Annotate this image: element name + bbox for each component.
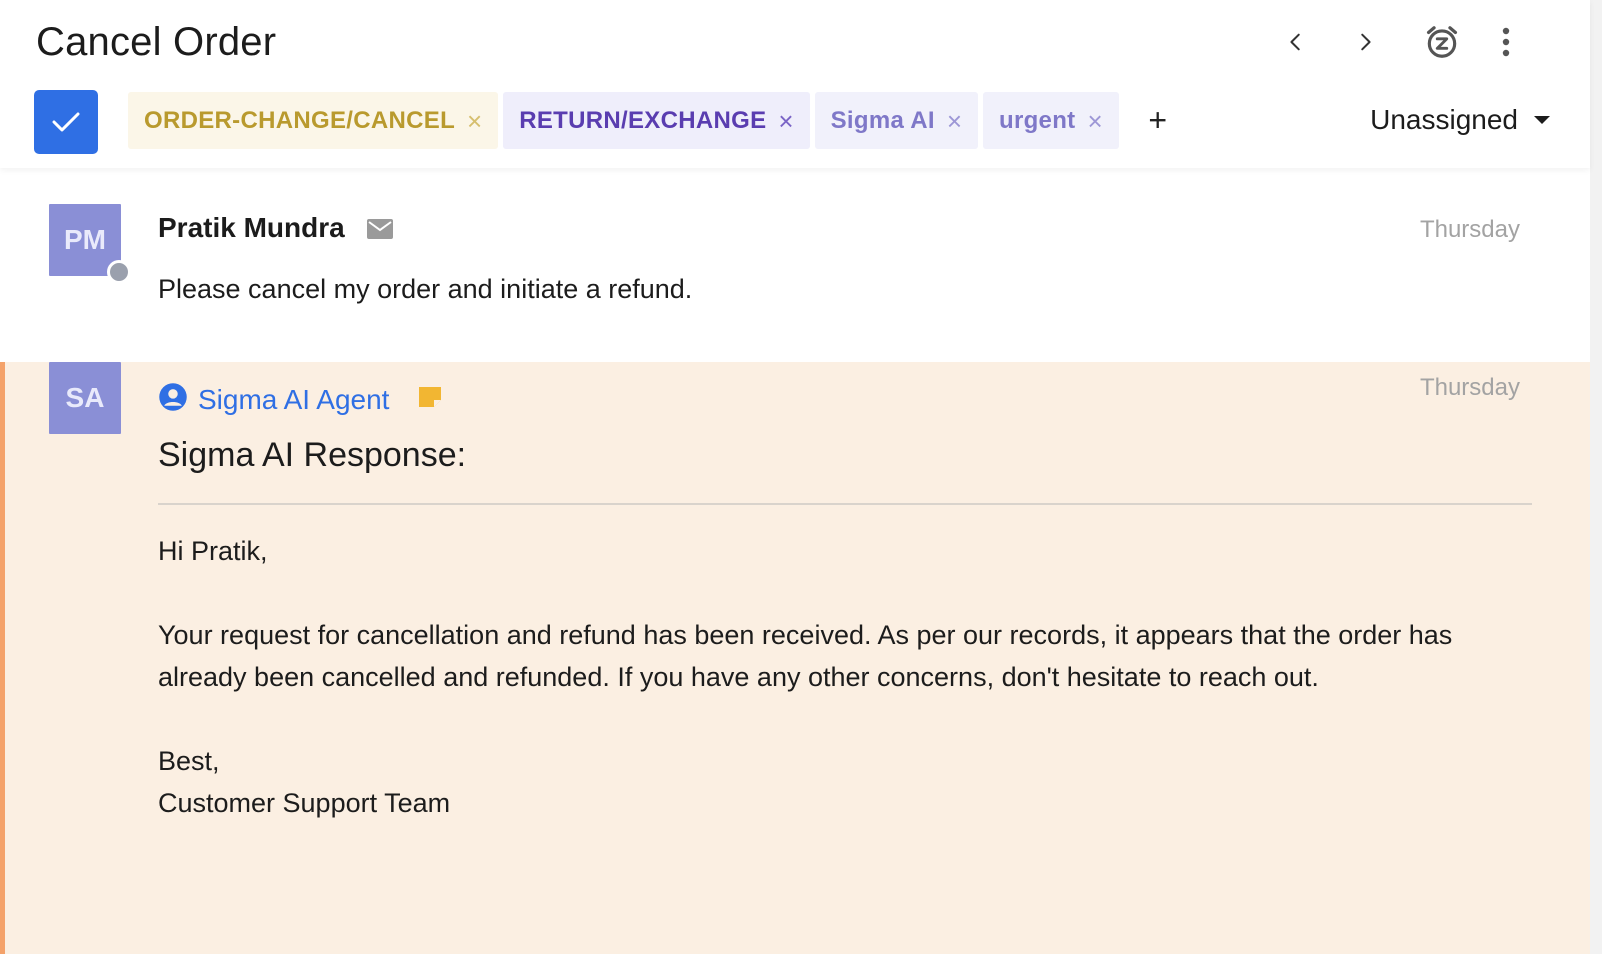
offline-status-dot [107, 260, 131, 284]
response-greeting: Hi Pratik, [158, 536, 268, 566]
ticket-view: Cancel Order ORDER-CHANGE/CANCEL × RETUR… [0, 0, 1590, 954]
divider [158, 503, 1532, 505]
caret-down-icon [1534, 116, 1550, 124]
user-circle-icon [158, 382, 188, 417]
mail-icon [367, 219, 393, 244]
more-vertical-icon[interactable] [1486, 22, 1526, 62]
message-body: Please cancel my order and initiate a re… [158, 274, 693, 304]
note-icon [417, 386, 443, 413]
tag-label: Sigma AI [830, 106, 935, 134]
remove-tag-icon[interactable]: × [1087, 108, 1102, 134]
response-signoff: Best, [158, 746, 220, 776]
message-time: Thursday [1419, 374, 1520, 401]
message-time: Thursday [1419, 216, 1520, 243]
assignee-label: Unassigned [1370, 104, 1518, 135]
snooze-alarm-icon[interactable] [1422, 22, 1462, 62]
ai-agent-note: SA Sigma AI Agent Thursday Sigma AI Resp… [0, 362, 1590, 954]
chevron-right-icon[interactable] [1345, 22, 1385, 62]
scrollbar-track[interactable] [1590, 0, 1602, 954]
select-ticket-checkbox[interactable] [34, 90, 98, 154]
remove-tag-icon[interactable]: × [467, 108, 482, 134]
tag-order-change-cancel: ORDER-CHANGE/CANCEL × [128, 92, 499, 149]
customer-message: PM Pratik Mundra Thursday Please cancel … [0, 168, 1590, 362]
check-icon [52, 112, 80, 132]
assignee-dropdown[interactable]: Unassigned [1370, 104, 1550, 136]
tag-label: ORDER-CHANGE/CANCEL [144, 106, 456, 134]
tag-label: RETURN/EXCHANGE [519, 106, 767, 134]
avatar: SA [49, 362, 121, 434]
response-body: Hi Pratik, Your request for cancellation… [158, 530, 1538, 824]
tag-label: urgent [999, 106, 1076, 134]
tag-urgent: urgent × [983, 92, 1119, 149]
response-title: Sigma AI Response: [158, 436, 467, 474]
tag-sigma-ai: Sigma AI × [814, 92, 978, 149]
response-paragraph: Your request for cancellation and refund… [158, 620, 1453, 692]
response-signature: Customer Support Team [158, 788, 451, 818]
add-tag-button[interactable]: + [1138, 92, 1178, 149]
page-title: Cancel Order [36, 20, 277, 64]
chevron-left-icon[interactable] [1276, 22, 1316, 62]
agent-name-link[interactable]: Sigma AI Agent [198, 384, 389, 416]
agent-sender-row: Sigma AI Agent [158, 382, 443, 417]
ticket-header: Cancel Order ORDER-CHANGE/CANCEL × RETUR… [0, 0, 1590, 168]
remove-tag-icon[interactable]: × [947, 108, 962, 134]
remove-tag-icon[interactable]: × [778, 108, 793, 134]
sender-name: Pratik Mundra [158, 212, 345, 243]
tag-list: ORDER-CHANGE/CANCEL × RETURN/EXCHANGE × … [128, 92, 1178, 149]
tag-return-exchange: RETURN/EXCHANGE × [503, 92, 810, 149]
